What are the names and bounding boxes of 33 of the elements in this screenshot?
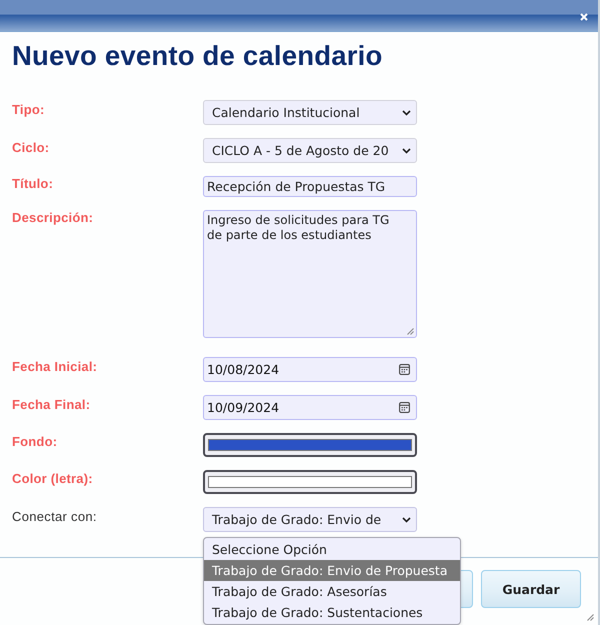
date-field[interactable]: 10/09/2024 xyxy=(203,395,417,420)
dropdown-option[interactable]: Seleccione Opción xyxy=(204,539,460,560)
select-field[interactable]: Trabajo de Grado: Envio de xyxy=(203,507,417,532)
calendar-icon[interactable] xyxy=(399,364,410,375)
field-label: Descripción: xyxy=(12,210,94,225)
field-label: Fondo: xyxy=(12,434,58,449)
field-label: Conectar con: xyxy=(12,509,97,524)
dialog-heading: Nuevo evento de calendario xyxy=(12,40,382,72)
chevron-down-icon xyxy=(402,110,411,116)
color-picker[interactable] xyxy=(203,470,417,494)
dropdown-option[interactable]: Trabajo de Grado: Asesorías xyxy=(204,581,460,602)
field-label: Título: xyxy=(12,176,54,191)
date-field[interactable]: 10/08/2024 xyxy=(203,357,417,382)
calendar-icon[interactable] xyxy=(399,402,410,413)
close-button[interactable] xyxy=(578,10,590,22)
chevron-down-icon xyxy=(402,148,411,154)
close-icon xyxy=(580,12,588,20)
chevron-down-icon xyxy=(402,516,411,522)
save-button[interactable]: Guardar xyxy=(481,570,581,608)
select-field[interactable]: CICLO A - 5 de Agosto de 20 xyxy=(203,138,417,163)
dropdown-option[interactable]: Trabajo de Grado: Envio de Propuesta xyxy=(204,560,460,581)
select-field[interactable]: Calendario Institucional xyxy=(203,100,417,125)
textarea-field[interactable]: Ingreso de solicitudes para TG de parte de los estudiantes xyxy=(203,210,417,338)
resize-grip-icon[interactable] xyxy=(587,614,594,621)
dropdown-option[interactable]: Trabajo de Grado: Sustentaciones xyxy=(204,602,460,623)
field-label: Fecha Inicial: xyxy=(12,359,98,374)
resize-grip-icon[interactable] xyxy=(407,328,414,335)
field-label: Fecha Final: xyxy=(12,397,90,412)
field-label: Ciclo: xyxy=(12,140,50,155)
text-input[interactable]: Recepción de Propuestas TG xyxy=(203,176,417,197)
field-label: Tipo: xyxy=(12,102,45,117)
color-picker[interactable] xyxy=(203,433,417,457)
field-label: Color (letra): xyxy=(12,471,93,486)
